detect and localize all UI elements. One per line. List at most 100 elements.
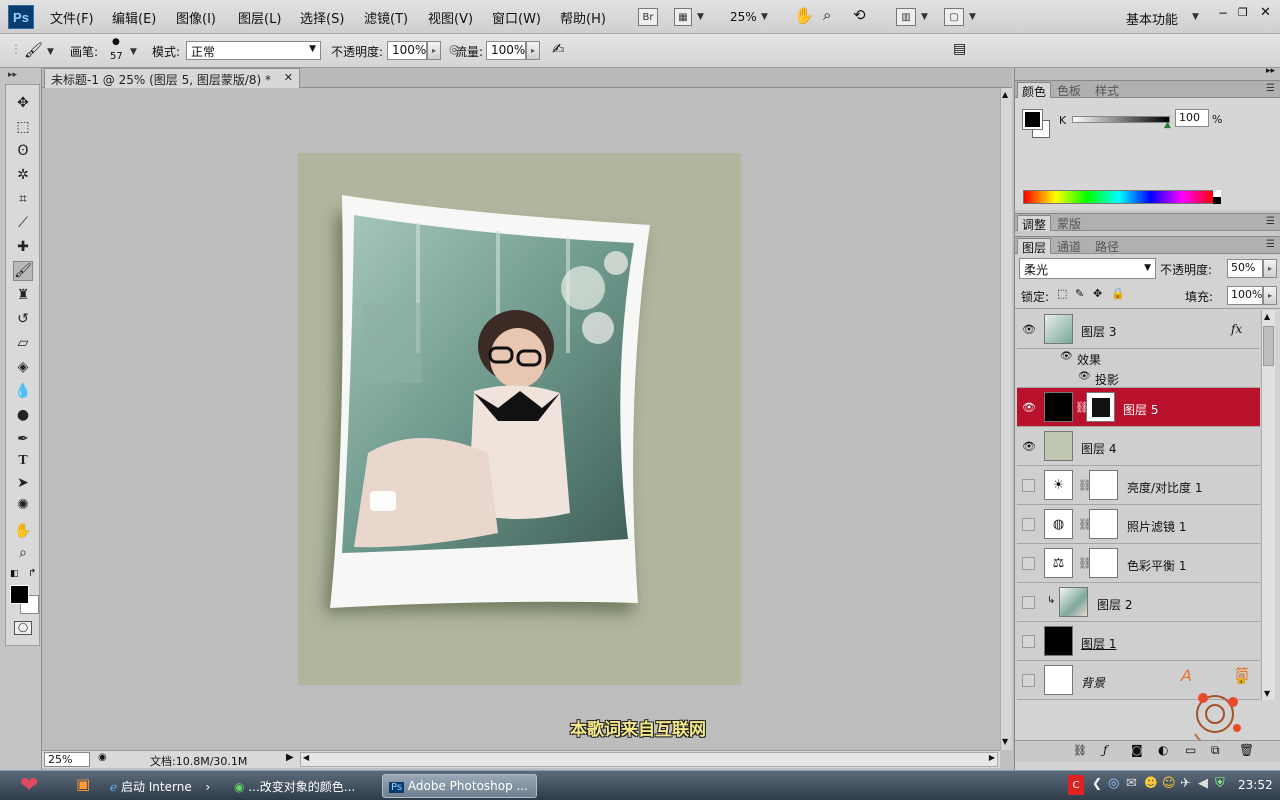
horizontal-scrollbar[interactable]: ◀ ▶	[300, 752, 998, 767]
view-extras-icon[interactable]: ▦	[674, 8, 692, 26]
opacity-input[interactable]: 100%	[387, 41, 427, 60]
scroll-left-icon[interactable]: ◀	[303, 753, 309, 762]
status-options-icon[interactable]: ◉	[98, 752, 107, 763]
menu-help[interactable]: 帮助(H)	[560, 8, 606, 27]
vertical-scrollbar[interactable]: ▲ ▼	[1000, 88, 1012, 750]
menu-view[interactable]: 视图(V)	[428, 8, 473, 27]
visibility-toggle[interactable]	[1022, 596, 1035, 609]
panel-menu-icon[interactable]: ☰	[1266, 216, 1275, 227]
visibility-eye-icon[interactable]: 👁	[1022, 322, 1036, 336]
flow-input[interactable]: 100%	[486, 41, 526, 60]
quick-mask-icon[interactable]: ◯	[14, 621, 32, 635]
taskbar-ie[interactable]: ℯ 启动 Interne ›	[104, 774, 216, 798]
layer-mask-thumbnail[interactable]	[1086, 392, 1115, 422]
opacity-slider-toggle[interactable]: ▸	[427, 41, 441, 60]
show-desktop-icon[interactable]: ▣	[76, 775, 90, 793]
pen-tool-icon[interactable]: ✒	[13, 429, 33, 449]
chevron-down-icon[interactable]: ▼	[697, 12, 704, 22]
tray-icon-4[interactable]: ☺	[1162, 776, 1176, 791]
layer-row[interactable]: ⚖ ⛓ 色彩平衡 1	[1017, 544, 1260, 583]
layer-opacity-slider-toggle[interactable]: ▸	[1263, 259, 1277, 278]
layer-row[interactable]: 图层 1	[1017, 622, 1260, 661]
scroll-down-icon[interactable]: ▼	[1002, 737, 1008, 746]
chevron-down-icon[interactable]: ▼	[969, 12, 976, 22]
path-selection-tool-icon[interactable]: ➤	[13, 473, 33, 493]
lock-transparent-icon[interactable]: ⬚	[1057, 287, 1067, 300]
lasso-tool-icon[interactable]: ʘ	[13, 141, 33, 161]
tab-styles[interactable]: 样式	[1091, 82, 1123, 98]
chevron-down-icon[interactable]: ▼	[130, 47, 137, 57]
tab-masks[interactable]: 蒙版	[1053, 215, 1085, 231]
healing-brush-tool-icon[interactable]: ✚	[13, 237, 33, 257]
history-brush-tool-icon[interactable]: ↺	[13, 309, 33, 329]
scroll-up-icon[interactable]: ▲	[1002, 90, 1008, 99]
fill-input[interactable]: 100%	[1227, 286, 1263, 305]
visibility-eye-icon[interactable]: 👁	[1022, 400, 1036, 414]
black-white-ramp[interactable]	[1213, 190, 1221, 204]
zoom-tool-icon[interactable]: ⌕	[823, 6, 831, 24]
tray-qq-icon[interactable]: ☻	[1144, 776, 1158, 791]
new-layer-icon[interactable]: ⧉	[1211, 743, 1220, 758]
document-canvas[interactable]	[298, 153, 741, 685]
tab-paths[interactable]: 路径	[1091, 238, 1123, 254]
paint-bucket-tool-icon[interactable]: ◈	[13, 357, 33, 377]
visibility-toggle[interactable]	[1022, 518, 1035, 531]
layer-mask-thumbnail[interactable]	[1089, 548, 1118, 578]
visibility-eye-icon[interactable]: 👁	[1022, 439, 1036, 453]
swap-colors-icon[interactable]: ↱	[28, 568, 36, 579]
tab-layers[interactable]: 图层	[1017, 238, 1052, 255]
close-icon[interactable]: ✕	[1260, 5, 1271, 20]
tab-channels[interactable]: 通道	[1053, 238, 1085, 254]
zoom-level-menu[interactable]: 25%	[730, 10, 757, 24]
screen-mode-icon[interactable]: ▢	[944, 8, 964, 26]
dodge-tool-icon[interactable]: ●	[13, 405, 33, 425]
flow-slider-toggle[interactable]: ▸	[526, 41, 540, 60]
arrange-documents-icon[interactable]: ▥	[896, 8, 916, 26]
add-style-fx-icon[interactable]: ƒ	[1103, 743, 1107, 757]
visibility-toggle[interactable]	[1022, 479, 1035, 492]
menu-layer[interactable]: 图层(L)	[238, 8, 281, 27]
menu-image[interactable]: 图像(I)	[176, 8, 216, 27]
marquee-tool-icon[interactable]: ⬚	[13, 117, 33, 137]
status-menu-arrow-icon[interactable]: ▶	[286, 752, 294, 763]
layer-row[interactable]: ◍ ⛓ 照片滤镜 1	[1017, 505, 1260, 544]
move-tool-icon[interactable]: ✥	[13, 93, 33, 113]
scroll-up-icon[interactable]: ▲	[1264, 312, 1270, 321]
layer-mask-thumbnail[interactable]	[1089, 509, 1118, 539]
blur-tool-icon[interactable]: 💧	[13, 381, 33, 401]
workspace-switcher[interactable]: 基本功能	[1126, 9, 1178, 28]
brush-tool-icon[interactable]: 🖌	[13, 261, 33, 281]
chevron-down-icon[interactable]: ▼	[761, 12, 768, 22]
tray-wifi-icon[interactable]: ✈	[1180, 776, 1191, 791]
taskbar-browser[interactable]: ◉ ...改变对象的颜色...	[228, 774, 361, 798]
fill-slider-toggle[interactable]: ▸	[1263, 286, 1277, 305]
type-tool-icon[interactable]: T	[13, 451, 33, 471]
layers-scrollbar[interactable]: ▲ ▼	[1261, 310, 1275, 700]
custom-shape-tool-icon[interactable]: ✺	[13, 495, 33, 515]
visibility-toggle[interactable]	[1022, 635, 1035, 648]
link-layers-icon[interactable]: ⛓	[1073, 744, 1087, 757]
foreground-color-swatch[interactable]	[10, 585, 29, 604]
tab-color[interactable]: 颜色	[1017, 82, 1052, 99]
menu-edit[interactable]: 编辑(E)	[112, 8, 156, 27]
tab-adjustments[interactable]: 调整	[1017, 215, 1052, 232]
effects-row[interactable]: 👁 效果	[1017, 349, 1260, 368]
chevron-down-icon[interactable]: ▼	[47, 47, 54, 57]
panel-menu-icon[interactable]: ☰	[1266, 83, 1275, 94]
airbrush-icon[interactable]: ✍	[552, 40, 565, 58]
default-colors-icon[interactable]: ◧	[10, 569, 19, 579]
eyedropper-tool-icon[interactable]: ⟋	[13, 213, 33, 233]
menu-file[interactable]: 文件(F)	[50, 8, 94, 27]
layer-row[interactable]: 👁 图层 3 fx	[1017, 310, 1260, 349]
drop-shadow-row[interactable]: 👁 投影	[1017, 368, 1260, 388]
chevron-down-icon[interactable]: ▼	[1192, 12, 1199, 22]
layer-row[interactable]: ☀ ⛓ 亮度/对比度 1	[1017, 466, 1260, 505]
menu-filter[interactable]: 滤镜(T)	[364, 8, 408, 27]
start-heart-icon[interactable]: ❤	[20, 773, 38, 798]
chevron-left-icon[interactable]: ❮	[1092, 776, 1102, 790]
collapse-icon[interactable]: ▸▸	[8, 70, 17, 80]
input-method-icon[interactable]: C	[1068, 775, 1084, 795]
eraser-tool-icon[interactable]: ▱	[13, 333, 33, 353]
chevron-down-icon[interactable]: ▼	[921, 12, 928, 22]
brush-tool-preset-icon[interactable]: 🖌	[24, 41, 43, 59]
